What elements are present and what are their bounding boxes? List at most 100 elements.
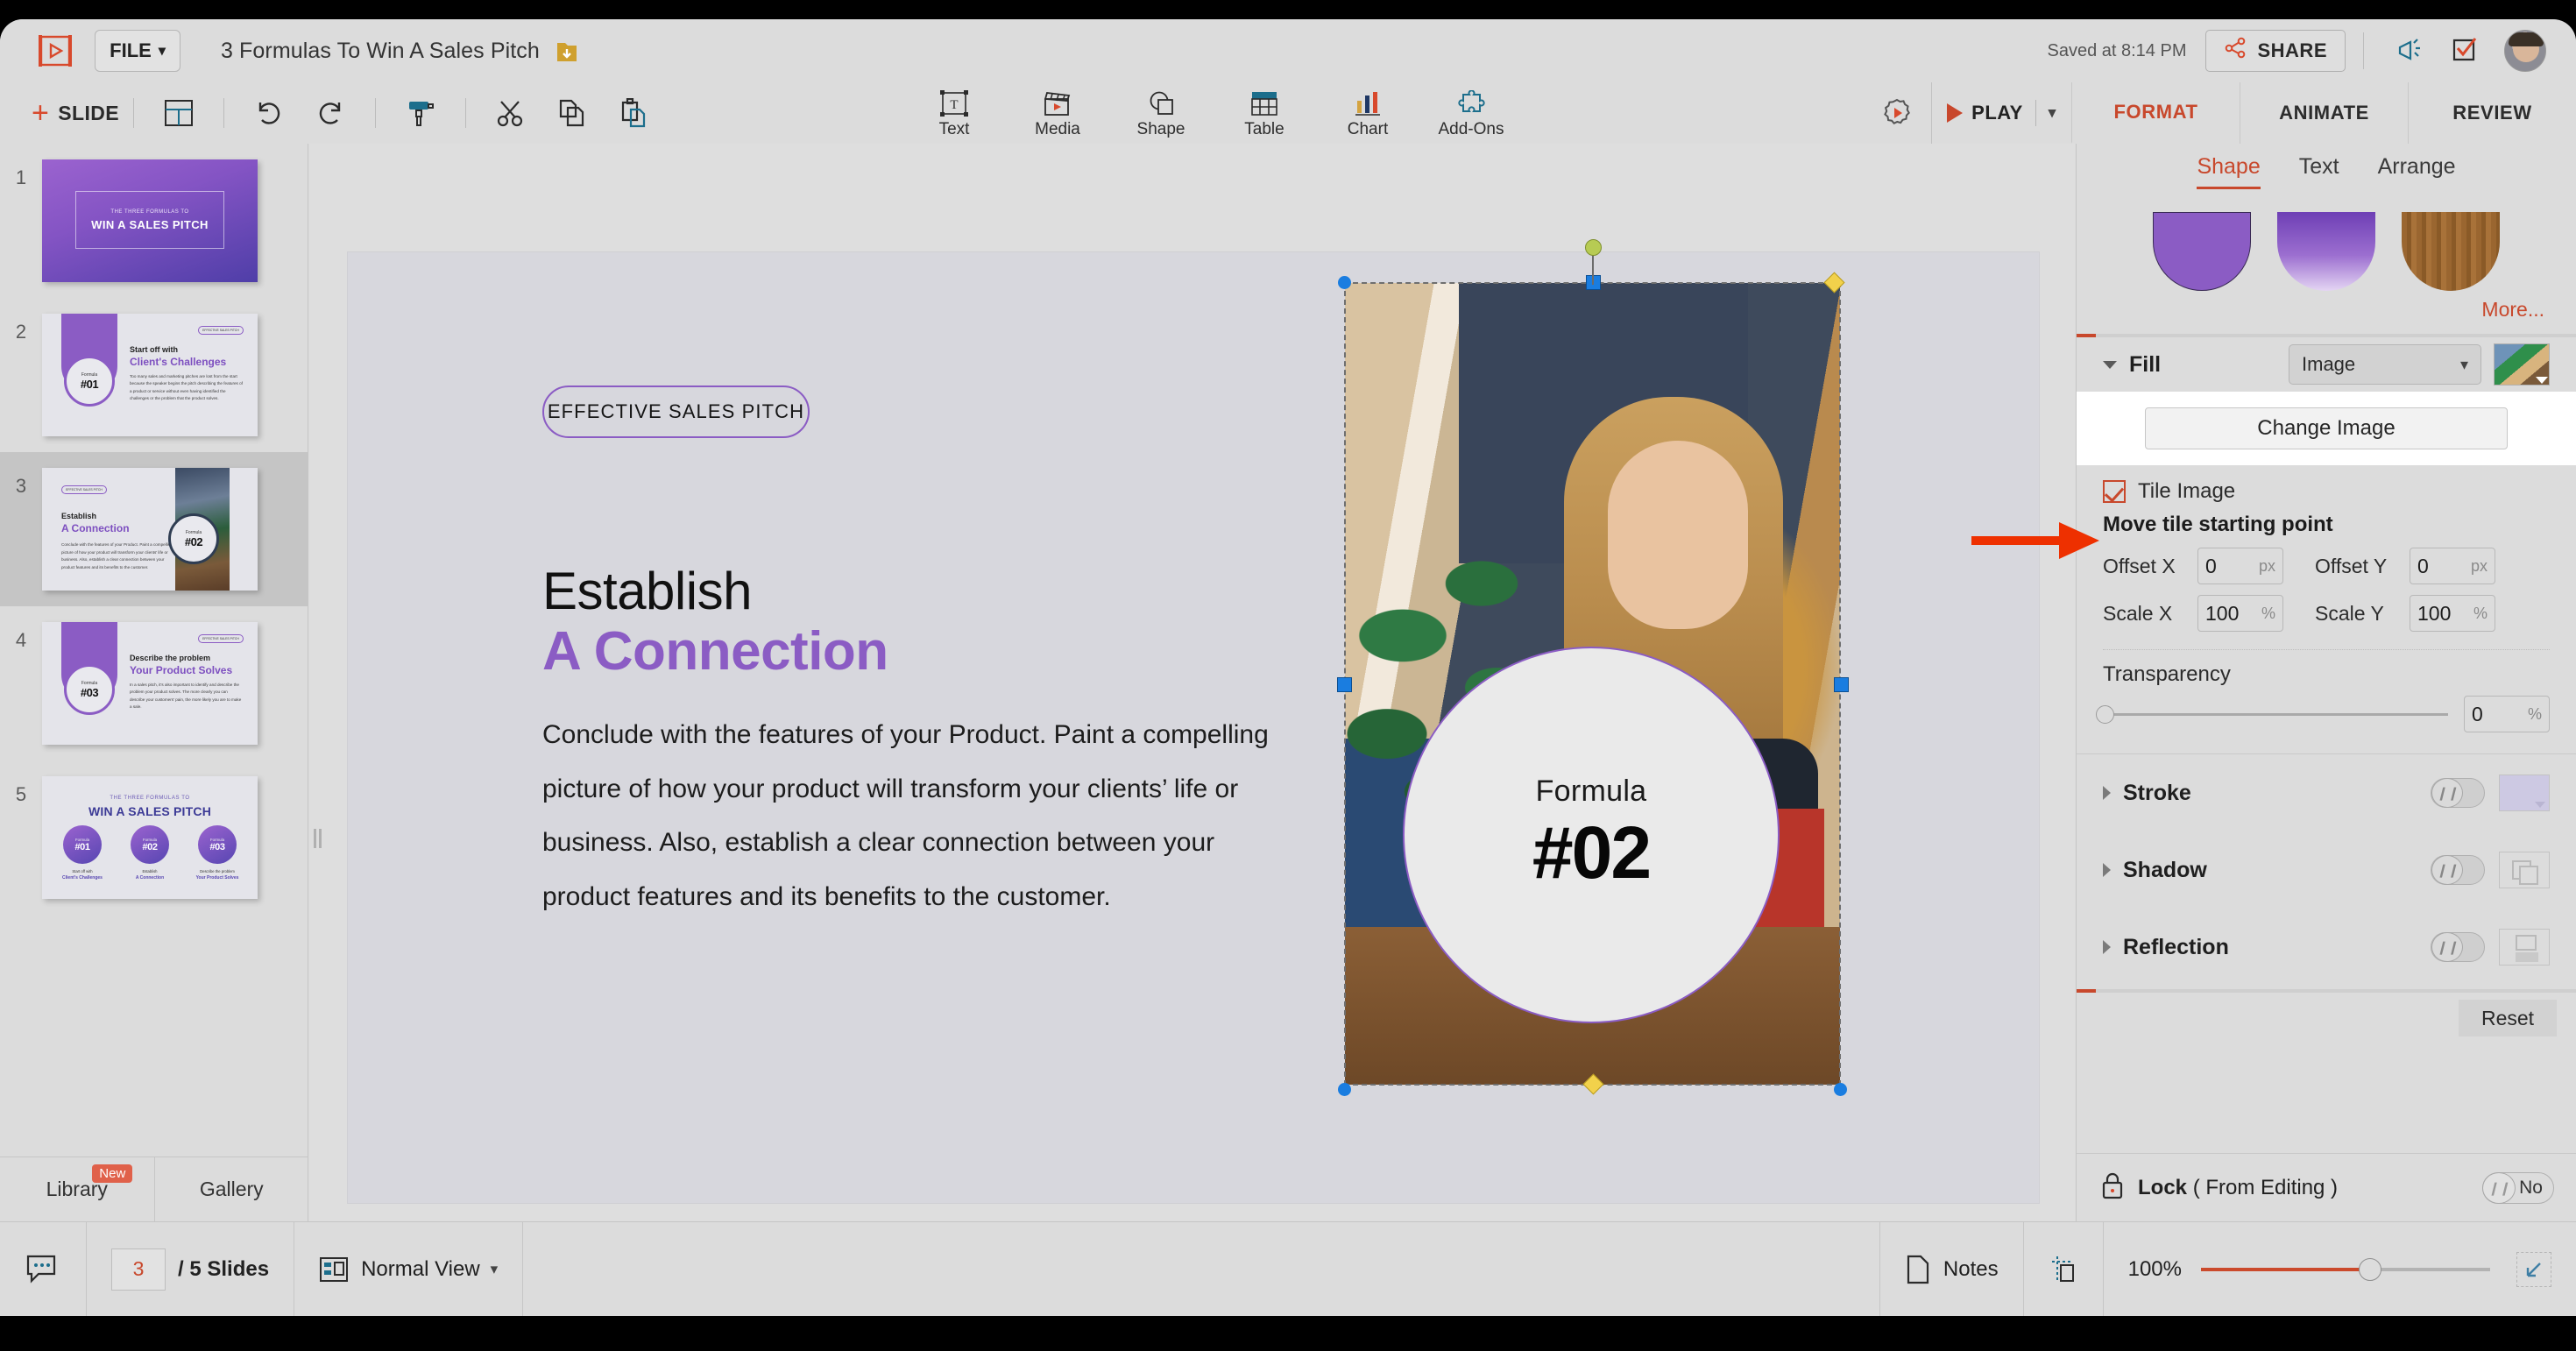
- paste-icon[interactable]: [613, 93, 654, 133]
- fit-to-screen-icon[interactable]: [2516, 1251, 2551, 1287]
- slide-canvas[interactable]: EFFECTIVE SALES PITCH Establish A Connec…: [348, 239, 2039, 1203]
- shadow-toggle[interactable]: ❙❙: [2431, 855, 2485, 885]
- slide-pill-tag[interactable]: EFFECTIVE SALES PITCH: [542, 385, 810, 438]
- subtab-text[interactable]: Text: [2299, 154, 2339, 189]
- caption-3: Describe the problem Your Product Solves: [187, 869, 248, 881]
- transparency-slider[interactable]: [2096, 704, 2448, 724]
- tab-gallery[interactable]: Gallery: [153, 1157, 308, 1221]
- reset-button[interactable]: Reset: [2459, 1000, 2557, 1036]
- slide-thumbnail-1[interactable]: 1 THE THREE FORMULAS TO WIN A SALES PITC…: [0, 144, 308, 298]
- play-button[interactable]: PLAY ▾: [1931, 82, 2071, 144]
- copy-icon[interactable]: [552, 93, 592, 133]
- slide-thumbnail-5[interactable]: 5 THE THREE FORMULAS TO WIN A SALES PITC…: [0, 760, 308, 915]
- panel-resize-handle[interactable]: [311, 818, 323, 859]
- shadow-preview-swatch[interactable]: [2499, 852, 2550, 888]
- app-window: FILE ▾ 3 Formulas To Win A Sales Pitch S…: [0, 19, 2576, 1316]
- shape-style-gradient[interactable]: [2277, 212, 2375, 291]
- selected-image-object[interactable]: Formula #02: [1337, 239, 1849, 1096]
- avatar[interactable]: [2504, 30, 2546, 72]
- announcement-icon[interactable]: [2390, 32, 2429, 70]
- chevron-right-icon[interactable]: [2103, 786, 2111, 800]
- layout-icon[interactable]: [159, 93, 199, 133]
- tile-image-row[interactable]: Tile Image: [2077, 465, 2576, 507]
- presentation-settings-button[interactable]: [1863, 82, 1931, 144]
- chevron-down-icon[interactable]: ▾: [2049, 104, 2056, 122]
- add-slide-button[interactable]: + SLIDE: [32, 97, 119, 128]
- cut-icon[interactable]: [491, 93, 531, 133]
- zoom-slider-knob[interactable]: [2359, 1257, 2381, 1281]
- heading-2: Your Product Solves: [130, 664, 233, 676]
- rotate-handle[interactable]: [1585, 239, 1602, 256]
- tool-addons[interactable]: Add-Ons: [1419, 82, 1523, 144]
- undo-icon[interactable]: [249, 93, 289, 133]
- lock-toggle[interactable]: ❙❙ No: [2482, 1171, 2554, 1204]
- right-tab-bar: FORMAT ANIMATE REVIEW: [2071, 82, 2576, 144]
- handle-top-left[interactable]: [1338, 276, 1351, 289]
- slides-panel[interactable]: 1 THE THREE FORMULAS TO WIN A SALES PITC…: [0, 144, 308, 1221]
- scale-y-input[interactable]: 100 %: [2410, 595, 2495, 632]
- subtab-arrange[interactable]: Arrange: [2378, 154, 2456, 189]
- stroke-color-swatch[interactable]: [2499, 775, 2550, 811]
- document-title[interactable]: 3 Formulas To Win A Sales Pitch: [221, 39, 540, 64]
- stroke-toggle[interactable]: ❙❙: [2431, 778, 2485, 808]
- slide-heading-line2[interactable]: A Connection: [542, 620, 888, 683]
- chevron-right-icon[interactable]: [2103, 940, 2111, 954]
- panel-scrollbar[interactable]: [2077, 989, 2576, 993]
- fill-type-value: Image: [2302, 353, 2356, 375]
- shape-style-solid[interactable]: [2153, 212, 2251, 291]
- title-box: THE THREE FORMULAS TO WIN A SALES PITCH: [75, 191, 224, 249]
- fill-image-thumbnail[interactable]: [2494, 343, 2550, 385]
- slide-thumbnail-4[interactable]: 4 Formula #03 EFFECTIVE SALES PITCH Desc…: [0, 606, 308, 760]
- canvas-area[interactable]: EFFECTIVE SALES PITCH Establish A Connec…: [309, 144, 2075, 1221]
- app-logo-icon[interactable]: [35, 31, 75, 71]
- notes-button[interactable]: Notes: [1880, 1222, 2023, 1317]
- file-menu-button[interactable]: FILE ▾: [95, 30, 180, 72]
- slide-thumbnail-2[interactable]: 2 Formula #01 EFFECTIVE SALES PITCH Star…: [0, 298, 308, 452]
- reflection-toggle[interactable]: ❙❙: [2431, 932, 2485, 962]
- offset-y-input[interactable]: 0 px: [2410, 548, 2495, 584]
- chevron-down-icon[interactable]: [2103, 360, 2117, 369]
- handle-bottom-left[interactable]: [1338, 1083, 1351, 1096]
- tab-library[interactable]: Library New: [0, 1157, 154, 1221]
- subtab-shape[interactable]: Shape: [2197, 154, 2261, 189]
- handle-bottom-right[interactable]: [1834, 1083, 1847, 1096]
- formula-badge-2: Formula #02: [131, 825, 169, 864]
- zoom-slider[interactable]: [2201, 1257, 2490, 1281]
- shape-style-texture[interactable]: [2402, 212, 2500, 291]
- offset-x-input[interactable]: 0 px: [2197, 548, 2283, 584]
- scale-x-input[interactable]: 100 %: [2197, 595, 2283, 632]
- tool-media[interactable]: Media: [1006, 82, 1109, 144]
- tab-review[interactable]: REVIEW: [2408, 82, 2576, 144]
- comments-button[interactable]: [0, 1222, 86, 1317]
- fill-type-select[interactable]: Image ▾: [2289, 344, 2481, 385]
- format-painter-icon[interactable]: [400, 93, 441, 133]
- guides-toggle[interactable]: [2024, 1222, 2103, 1317]
- more-styles-link[interactable]: More...: [2077, 291, 2576, 322]
- tile-image-checkbox[interactable]: [2103, 480, 2126, 503]
- tool-chart[interactable]: Chart: [1316, 82, 1419, 144]
- edit-note-icon[interactable]: [2446, 32, 2485, 70]
- transparency-input[interactable]: 0 %: [2464, 696, 2550, 732]
- chevron-right-icon[interactable]: [2103, 863, 2111, 877]
- handle-middle-left[interactable]: [1337, 677, 1352, 692]
- handle-middle-right[interactable]: [1834, 677, 1849, 692]
- tool-table[interactable]: Table: [1213, 82, 1316, 144]
- tool-shape[interactable]: Shape: [1109, 82, 1213, 144]
- slide-thumbnail-3[interactable]: 3 EFFECTIVE SALES PITCH Establish A Conn…: [0, 452, 308, 606]
- divider: [2363, 32, 2364, 69]
- styles-scrollbar[interactable]: [2077, 334, 2576, 337]
- tab-animate[interactable]: ANIMATE: [2240, 82, 2408, 144]
- redo-icon[interactable]: [310, 93, 350, 133]
- view-mode-selector[interactable]: Normal View ▾: [294, 1222, 522, 1317]
- reflection-preview-swatch[interactable]: [2499, 929, 2550, 966]
- tab-format[interactable]: FORMAT: [2071, 82, 2240, 144]
- slide-body-text[interactable]: Conclude with the features of your Produ…: [542, 708, 1278, 923]
- share-button[interactable]: SHARE: [2205, 30, 2346, 72]
- slide-heading-line1[interactable]: Establish: [542, 561, 752, 621]
- tool-text[interactable]: T Text: [902, 82, 1006, 144]
- slider-knob[interactable]: [2096, 704, 2114, 724]
- zoom-control[interactable]: 100%: [2104, 1222, 2576, 1317]
- change-image-button[interactable]: Change Image: [2145, 407, 2508, 449]
- current-slide-input[interactable]: 3: [111, 1248, 166, 1291]
- divider: [465, 98, 466, 128]
